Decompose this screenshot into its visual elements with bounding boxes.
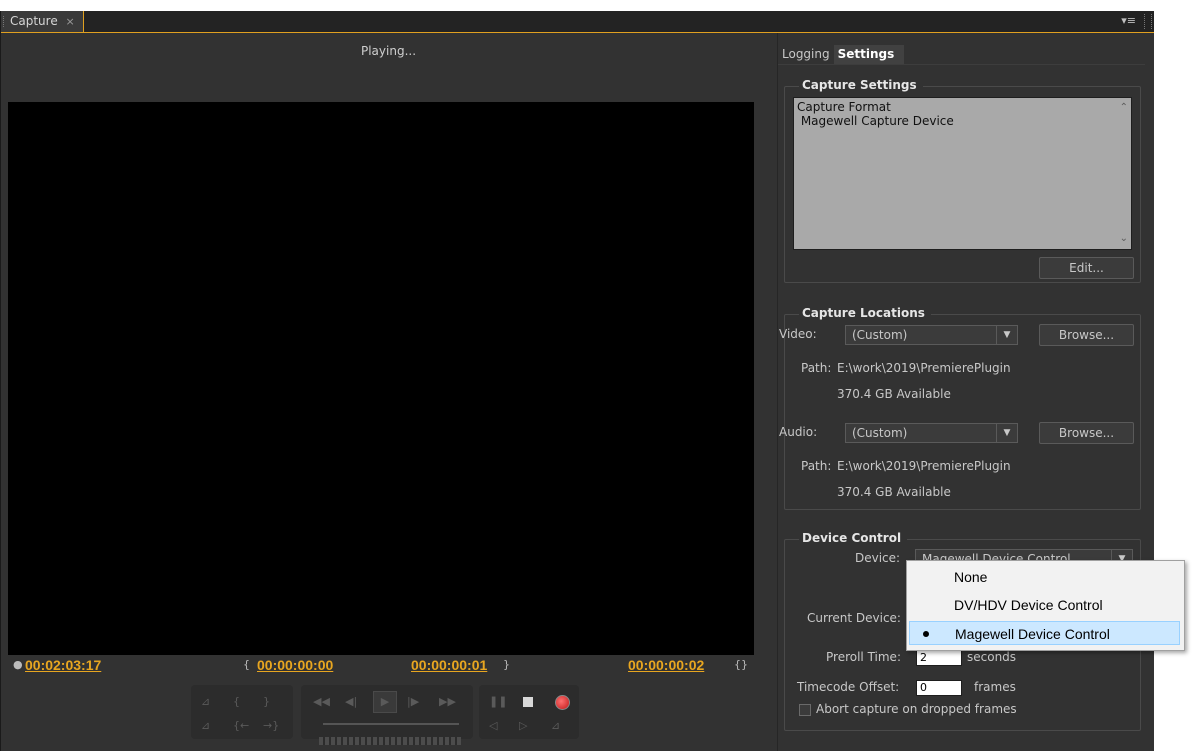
video-available-space: 370.4 GB Available: [837, 387, 951, 401]
current-device-label: Current Device:: [807, 611, 901, 625]
video-browse-button[interactable]: Browse...: [1039, 324, 1134, 346]
audio-location-value: (Custom): [852, 426, 908, 440]
chevron-down-icon: ▼: [996, 424, 1017, 442]
video-location-select[interactable]: (Custom) ▼: [845, 325, 1018, 345]
capture-device-name: Magewell Capture Device: [797, 114, 954, 128]
edit-button[interactable]: Edit...: [1039, 257, 1134, 279]
capture-format-label: Capture Format: [797, 100, 891, 114]
dropdown-option-label: Magewell Device Control: [955, 626, 1110, 642]
step-forward-icon[interactable]: |▶: [407, 695, 419, 708]
tab-logging[interactable]: Logging: [778, 45, 834, 64]
audio-path: E:\work\2019\PremierePlugin: [837, 459, 1011, 473]
set-out-icon[interactable]: ⊿: [201, 719, 210, 732]
out-point-icon: }: [503, 658, 510, 671]
abort-capture-checkbox[interactable]: [799, 704, 811, 716]
video-preview: [8, 102, 754, 655]
pause-icon[interactable]: ❚❚: [489, 695, 507, 708]
capture-settings-group: Capture Settings Capture Format Magewell…: [784, 78, 1141, 283]
playhead-icon: ●: [13, 658, 23, 671]
device-dropdown-menu: None DV/HDV Device Control Magewell Devi…: [906, 560, 1185, 651]
playback-status: Playing...: [360, 44, 417, 58]
step-back-icon[interactable]: ◀|: [345, 695, 357, 708]
in-point-icon: {: [243, 658, 250, 671]
dropdown-option-dv-hdv[interactable]: DV/HDV Device Control: [909, 593, 1180, 617]
video-label: Video:: [779, 327, 817, 341]
panel-tabs: Logging Settings: [778, 45, 905, 65]
abort-capture-label: Abort capture on dropped frames: [816, 702, 1017, 716]
stop-icon[interactable]: [523, 697, 533, 707]
mark-controls: ⊿ { } ⊿ {← →}: [191, 685, 293, 739]
go-to-out-icon[interactable]: }: [263, 695, 270, 708]
scroll-up-icon[interactable]: ⌃: [1120, 101, 1128, 115]
in-point-timecode[interactable]: 00:00:00:00: [257, 657, 333, 673]
audio-path-label: Path:: [801, 459, 832, 473]
timecode-row: ● 00:02:03:17 { 00:00:00:00 00:00:00:01 …: [1, 657, 776, 675]
scene-detect-icon[interactable]: ⊿: [551, 719, 560, 732]
playback-controls: ◀◀ ◀| ▶ |▶ ▶▶: [301, 685, 473, 739]
jog-control[interactable]: [319, 737, 461, 745]
duration-timecode[interactable]: 00:00:00:02: [628, 657, 704, 673]
tab-capture-label: Capture: [10, 14, 58, 28]
timecode-offset-label: Timecode Offset:: [797, 680, 900, 694]
capture-settings-title: Capture Settings: [799, 78, 923, 92]
audio-label: Audio:: [779, 425, 818, 439]
video-path: E:\work\2019\PremierePlugin: [837, 361, 1011, 375]
chevron-down-icon: ▼: [996, 326, 1017, 344]
capture-controls: ❚❚ ◁ ▷ ⊿: [479, 685, 579, 739]
timecode-offset-unit: frames: [974, 680, 1016, 694]
video-path-label: Path:: [801, 361, 832, 375]
record-icon[interactable]: [555, 695, 570, 710]
dropdown-option-magewell[interactable]: Magewell Device Control: [909, 621, 1180, 645]
selected-bullet-icon: [923, 631, 929, 637]
current-timecode[interactable]: 00:02:03:17: [25, 657, 101, 673]
fast-forward-icon[interactable]: ▶▶: [439, 695, 456, 708]
audio-location-select[interactable]: (Custom) ▼: [845, 423, 1018, 443]
dropdown-option-none[interactable]: None: [909, 565, 1180, 589]
panel-menu-icon[interactable]: ▾≡: [1121, 14, 1136, 27]
close-icon[interactable]: ×: [66, 15, 75, 28]
scroll-down-icon[interactable]: ⌄: [1120, 232, 1128, 246]
video-location-value: (Custom): [852, 328, 908, 342]
prev-scene-icon[interactable]: {←: [233, 719, 249, 732]
preroll-time-input[interactable]: 2: [916, 650, 962, 666]
dropdown-option-label: None: [954, 569, 988, 585]
tab-settings[interactable]: Settings: [833, 45, 905, 64]
preroll-unit: seconds: [967, 650, 1017, 664]
dropdown-option-label: DV/HDV Device Control: [954, 597, 1103, 613]
out-point-timecode[interactable]: 00:00:00:01: [411, 657, 487, 673]
go-to-in-icon[interactable]: {: [233, 695, 240, 708]
capture-locations-title: Capture Locations: [799, 306, 931, 320]
set-in-icon[interactable]: ⊿: [201, 695, 210, 708]
in-out-icon: {}: [734, 658, 748, 671]
tab-grip-icon[interactable]: [3, 16, 6, 27]
scene-forward-icon[interactable]: ▷: [519, 719, 527, 732]
panel-tab-bar: Capture × ▾≡: [1, 11, 1154, 33]
panel-grip-icon[interactable]: [1144, 14, 1152, 29]
next-scene-icon[interactable]: →}: [263, 719, 279, 732]
preroll-time-label: Preroll Time:: [826, 650, 901, 664]
device-control-title: Device Control: [799, 531, 908, 545]
scene-back-icon[interactable]: ◁: [489, 719, 497, 732]
timecode-offset-input[interactable]: 0: [916, 680, 962, 696]
tab-divider: [778, 64, 1145, 65]
capture-settings-info: Capture Format Magewell Capture Device ⌃…: [793, 97, 1132, 250]
play-icon[interactable]: ▶: [373, 691, 397, 713]
device-label: Device:: [855, 551, 901, 565]
audio-browse-button[interactable]: Browse...: [1039, 422, 1134, 444]
audio-available-space: 370.4 GB Available: [837, 485, 951, 499]
tab-capture[interactable]: Capture ×: [1, 11, 84, 32]
capture-locations-group: Capture Locations Video: (Custom) ▼ Brow…: [779, 306, 1141, 510]
shuttle-slider[interactable]: [323, 723, 459, 725]
rewind-icon[interactable]: ◀◀: [313, 695, 330, 708]
